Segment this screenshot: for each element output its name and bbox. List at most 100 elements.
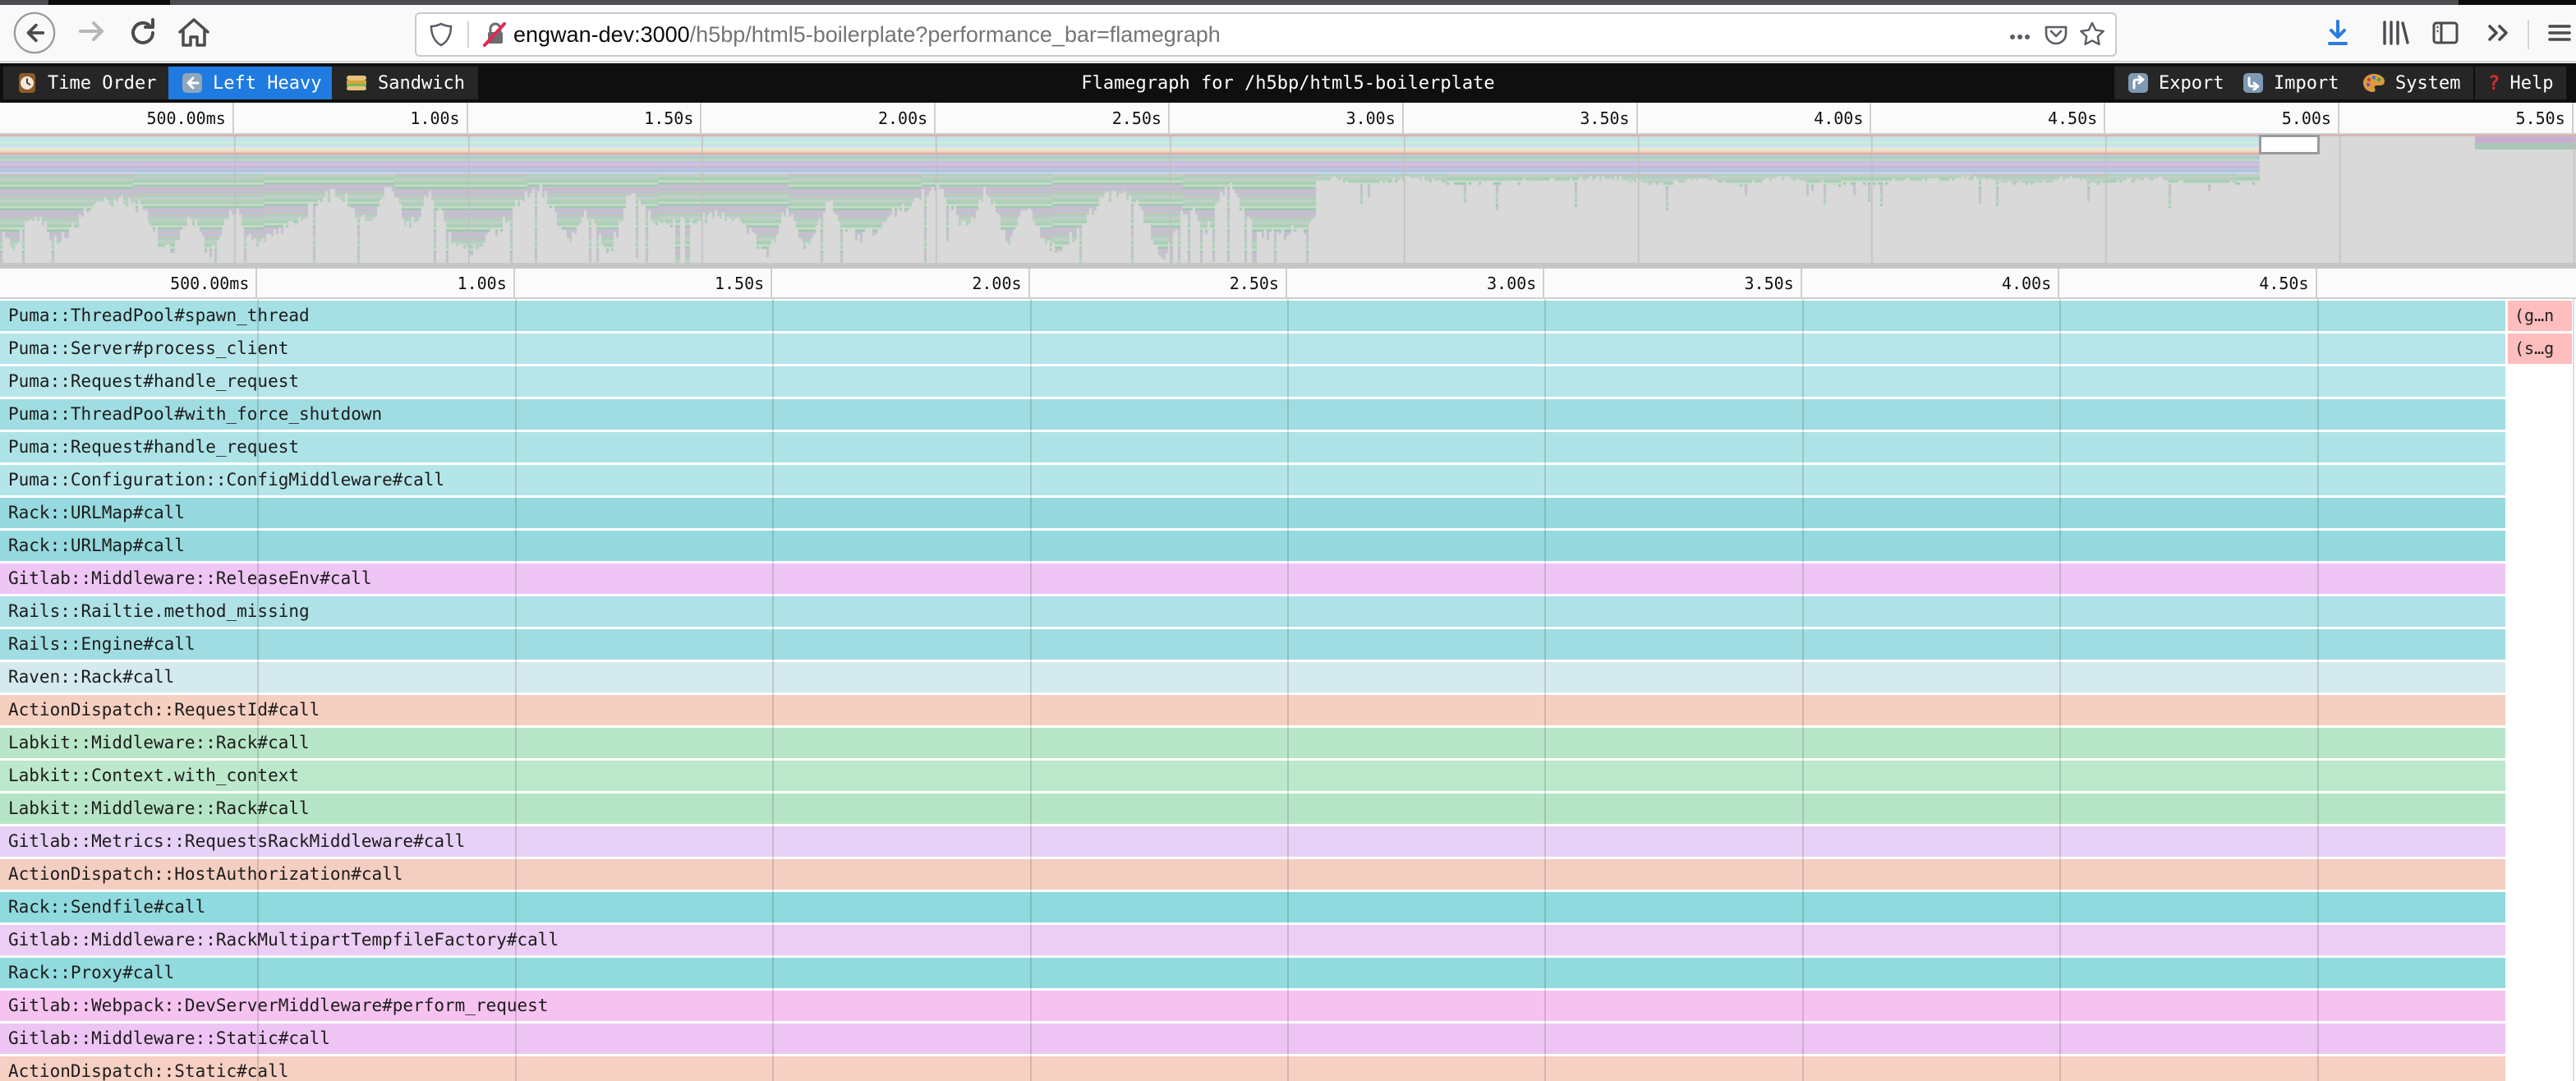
- flame-frame-truncated[interactable]: (s…g: [2508, 334, 2572, 364]
- flame-frame[interactable]: Puma::ThreadPool#with_force_shutdown: [0, 399, 2505, 430]
- time-tick-label: 4.50s: [2059, 269, 2316, 297]
- time-tick-label: 500.00ms: [0, 103, 234, 133]
- flame-frame[interactable]: Labkit::Context.with_context: [0, 761, 2505, 791]
- time-tick-label: 3.50s: [1404, 103, 1638, 133]
- flame-frame[interactable]: Puma::ThreadPool#spawn_thread: [0, 301, 2505, 331]
- frame-label: Rack::Proxy#call: [0, 958, 2505, 988]
- system-button[interactable]: System: [2349, 67, 2473, 99]
- url-text[interactable]: engwan-dev:3000/h5bp/html5-boilerplate?p…: [513, 22, 1221, 48]
- flame-frame[interactable]: Rack::URLMap#call: [0, 498, 2505, 528]
- frame-label: Labkit::Middleware::Rack#call: [0, 794, 2505, 824]
- flame-frame[interactable]: Rails::Engine#call: [0, 629, 2505, 660]
- forward-button[interactable]: [71, 12, 113, 54]
- tab-label: Sandwich: [378, 73, 465, 94]
- time-tick-label: 3.00s: [1287, 269, 1544, 297]
- flame-frame[interactable]: Rack::Sendfile#call: [0, 892, 2505, 922]
- flamegraph-rows: Puma::ThreadPool#spawn_threadPuma::Serve…: [0, 299, 2576, 1081]
- frame-label: Gitlab::Middleware::ReleaseEnv#call: [0, 564, 2505, 594]
- flame-frame[interactable]: Puma::Configuration::ConfigMiddleware#ca…: [0, 465, 2505, 495]
- frame-label: Gitlab::Middleware::RackMultipartTempfil…: [0, 925, 2505, 955]
- flamegraph-minimap[interactable]: [0, 135, 2576, 269]
- frame-label: ActionDispatch::RequestId#call: [0, 695, 2505, 725]
- time-tick-label: 1.50s: [468, 103, 702, 133]
- flame-frame[interactable]: Labkit::Middleware::Rack#call: [0, 794, 2505, 824]
- time-tick-label: 500.00ms: [0, 269, 257, 297]
- page-actions-ellipsis-icon[interactable]: [2002, 16, 2038, 53]
- flame-frame[interactable]: Gitlab::Middleware::ReleaseEnv#call: [0, 564, 2505, 594]
- import-button[interactable]: Import: [2229, 67, 2352, 99]
- flame-frame[interactable]: ActionDispatch::HostAuthorization#call: [0, 859, 2505, 890]
- frame-label: Puma::ThreadPool#spawn_thread: [0, 301, 2505, 331]
- tab-left-heavy[interactable]: Left Heavy: [168, 67, 334, 99]
- flame-frame[interactable]: Puma::Server#process_client: [0, 334, 2505, 364]
- download-icon[interactable]: [2316, 12, 2359, 54]
- time-tick-label: 4.50s: [1871, 103, 2105, 133]
- url-bar[interactable]: engwan-dev:3000/h5bp/html5-boilerplate?p…: [415, 12, 2117, 57]
- flame-frame[interactable]: Raven::Rack#call: [0, 662, 2505, 692]
- time-tick-label: 2.00s: [772, 269, 1029, 297]
- palette-icon: [2362, 72, 2385, 94]
- bookmark-star-icon[interactable]: [2074, 16, 2110, 53]
- reload-button[interactable]: [122, 12, 164, 54]
- sidebar-icon[interactable]: [2424, 12, 2467, 54]
- flame-frame[interactable]: ActionDispatch::RequestId#call: [0, 695, 2505, 725]
- help-icon: ?: [2488, 73, 2500, 93]
- flame-frame-truncated[interactable]: (g…n: [2508, 301, 2572, 331]
- url-domain: engwan-dev:3000: [513, 22, 690, 47]
- detail-time-ruler[interactable]: 500.00ms1.00s1.50s2.00s2.50s3.00s3.50s4.…: [0, 269, 2576, 299]
- flame-frame[interactable]: Gitlab::Middleware::RackMultipartTempfil…: [0, 925, 2505, 955]
- hamburger-menu-icon[interactable]: [2538, 12, 2576, 54]
- help-button[interactable]: ? Help: [2475, 67, 2566, 99]
- time-tick-label: 1.50s: [515, 269, 772, 297]
- time-tick-label: 4.00s: [1802, 269, 2059, 297]
- frame-label: Puma::ThreadPool#with_force_shutdown: [0, 399, 2505, 430]
- flame-frame[interactable]: Gitlab::Metrics::RequestsRackMiddleware#…: [0, 826, 2505, 857]
- home-button[interactable]: [172, 12, 215, 54]
- flame-frame[interactable]: Puma::Request#handle_request: [0, 366, 2505, 397]
- flame-frame[interactable]: Labkit::Middleware::Rack#call: [0, 728, 2505, 758]
- flame-frame[interactable]: Gitlab::Webpack::DevServerMiddleware#per…: [0, 991, 2505, 1021]
- flame-frame[interactable]: Rack::URLMap#call: [0, 531, 2505, 561]
- shield-icon[interactable]: [423, 16, 459, 53]
- time-tick-label: 3.50s: [1544, 269, 1801, 297]
- frame-label: ActionDispatch::HostAuthorization#call: [0, 859, 2505, 890]
- action-label: Import: [2274, 73, 2339, 94]
- action-label: Help: [2509, 73, 2553, 94]
- tab-time-order[interactable]: Time Order: [3, 67, 169, 99]
- tab-label: Left Heavy: [213, 73, 321, 94]
- flame-frame[interactable]: Gitlab::Middleware::Static#call: [0, 1024, 2505, 1054]
- time-tick-label: 3.00s: [1170, 103, 1404, 133]
- ruler-filler: [2317, 269, 2576, 297]
- frame-label: Rack::URLMap#call: [0, 498, 2505, 528]
- library-icon[interactable]: [2373, 12, 2416, 54]
- flame-frame[interactable]: Rack::Proxy#call: [0, 958, 2505, 988]
- export-icon: [2128, 72, 2149, 94]
- frame-label: Gitlab::Middleware::Static#call: [0, 1024, 2505, 1054]
- minimap-viewport[interactable]: [2259, 135, 2320, 154]
- tab-sandwich[interactable]: Sandwich: [332, 67, 478, 99]
- time-tick-label: 5.00s: [2105, 103, 2339, 133]
- action-label: Export: [2159, 73, 2224, 94]
- time-tick-label: 5.50s: [2339, 103, 2574, 133]
- frame-label: Rails::Railtie.method_missing: [0, 596, 2505, 627]
- overflow-chevron-icon[interactable]: [2477, 12, 2519, 54]
- insecure-lock-icon[interactable]: [477, 16, 513, 53]
- time-tick-label: 2.50s: [936, 103, 1170, 133]
- flame-frame[interactable]: Puma::Request#handle_request: [0, 432, 2505, 462]
- export-button[interactable]: Export: [2114, 67, 2237, 99]
- url-bar-divider: [467, 21, 469, 48]
- frame-label: Puma::Request#handle_request: [0, 432, 2505, 462]
- frame-label: Puma::Configuration::ConfigMiddleware#ca…: [0, 465, 2505, 495]
- action-label: System: [2395, 73, 2460, 94]
- minimap-time-ruler[interactable]: 500.00ms1.00s1.50s2.00s2.50s3.00s3.50s4.…: [0, 103, 2576, 135]
- flame-frame[interactable]: ActionDispatch::Static#call: [0, 1056, 2505, 1081]
- frame-label: Gitlab::Webpack::DevServerMiddleware#per…: [0, 991, 2505, 1021]
- time-tick-label: 4.00s: [1638, 103, 1872, 133]
- flamegraph-toolbar: Time OrderLeft HeavySandwich Flamegraph …: [0, 63, 2576, 103]
- time-tick-label: 1.00s: [257, 269, 514, 297]
- flame-frame[interactable]: Rails::Railtie.method_missing: [0, 596, 2505, 627]
- back-button[interactable]: [13, 12, 56, 54]
- frame-label: Rack::Sendfile#call: [0, 892, 2505, 922]
- pocket-icon[interactable]: [2038, 16, 2074, 53]
- url-path: /h5bp/html5-boilerplate?performance_bar=…: [690, 22, 1221, 47]
